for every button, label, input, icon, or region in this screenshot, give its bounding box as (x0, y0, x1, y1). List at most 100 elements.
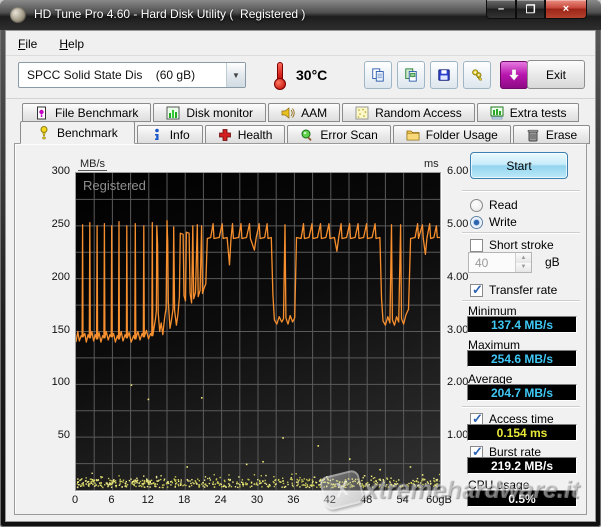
drive-select-value: SPCC Solid State Dis (60 gB) (27, 68, 196, 82)
drive-select[interactable]: SPCC Solid State Dis (60 gB) ▼ (18, 62, 246, 88)
benchmark-icon (40, 125, 48, 139)
update-download-button[interactable] (500, 61, 528, 89)
read-radio-row[interactable]: Read (470, 198, 518, 212)
copy-icon (372, 68, 384, 82)
chevron-down-icon[interactable]: ▼ (226, 63, 245, 87)
down-arrow-icon (509, 69, 519, 81)
separator (462, 300, 580, 302)
axis-tick-label: 0 (71, 494, 79, 506)
spinner-up-icon[interactable]: ▲ (516, 253, 531, 263)
tab-label: Error Scan (320, 127, 378, 142)
folder-icon (406, 130, 420, 140)
file-benchmark-icon (37, 106, 46, 119)
tab-label: Health (237, 127, 273, 142)
copy-image-icon (405, 68, 417, 82)
minimize-button[interactable]: – (486, 0, 516, 19)
title-bar[interactable]: HD Tune Pro 4.60 - Hard Disk Utility ( R… (0, 0, 601, 30)
tab-disk-monitor[interactable]: Disk monitor (153, 103, 267, 122)
transfer-rate-checkbox[interactable] (470, 282, 483, 298)
tab-label: Folder Usage (425, 127, 498, 142)
control-panel: Start Read Write Short stroke 40 ▲ ▼ gB … (455, 146, 587, 512)
transfer-rate-row[interactable]: Transfer rate (470, 282, 558, 298)
disk-monitor-icon (166, 106, 180, 119)
tab-label: Random Access (375, 105, 462, 120)
write-radio-label: Write (489, 215, 517, 229)
y-left-axis-title: MB/s (78, 158, 108, 171)
tab-info[interactable]: Info (136, 125, 203, 144)
axis-tick-label: 18 (178, 494, 191, 506)
tab-health[interactable]: Health (204, 125, 286, 144)
axis-tick-label: 250 (51, 217, 70, 230)
window-title: HD Tune Pro 4.60 - Hard Disk Utility ( R… (34, 7, 306, 21)
maximum-value: 254.6 MB/s (467, 350, 577, 367)
access-time-value: 0.154 ms (467, 424, 577, 441)
copy-image-button[interactable] (397, 61, 425, 89)
maximize-button[interactable]: ❐ (516, 0, 545, 19)
average-value: 204.7 MB/s (467, 384, 577, 401)
close-button[interactable]: × (545, 0, 587, 19)
short-stroke-unit: gB (545, 255, 560, 269)
tab-aam[interactable]: AAM (268, 103, 341, 122)
options-button[interactable] (463, 61, 491, 89)
cpu-usage-value: 0.5% (467, 490, 577, 507)
trash-icon (527, 129, 539, 141)
save-button[interactable] (430, 61, 458, 89)
tab-label: File Benchmark (55, 105, 139, 120)
axis-tick-label: 12 (141, 494, 154, 506)
tab-folder-usage[interactable]: Folder Usage (392, 125, 511, 144)
read-radio[interactable] (470, 198, 483, 212)
short-stroke-spinner[interactable]: 40 ▲ ▼ (468, 252, 532, 273)
tab-strip-bottom: Benchmark Info Health Error Scan Folder … (20, 121, 591, 144)
tab-file-benchmark[interactable]: File Benchmark (22, 103, 152, 122)
keys-icon (472, 69, 482, 81)
y-right-axis-title: ms (424, 158, 439, 170)
tab-label: AAM (301, 105, 328, 120)
axis-tick-label: 30 (250, 494, 264, 506)
short-stroke-row[interactable]: Short stroke (470, 238, 554, 252)
random-access-icon (355, 106, 369, 119)
spinner-down-icon[interactable]: ▼ (516, 262, 531, 272)
separator (462, 406, 580, 408)
read-radio-label: Read (489, 198, 518, 212)
tab-label: Info (169, 127, 190, 142)
axis-tick-label: 50 (57, 429, 70, 442)
axis-tick-label: 24 (214, 494, 227, 506)
exit-button[interactable]: Exit (527, 60, 585, 89)
extra-tests-icon (490, 106, 504, 119)
tab-label: Extra tests (509, 105, 567, 120)
health-cross-icon (218, 128, 231, 141)
tab-error-scan[interactable]: Error Scan (287, 125, 391, 144)
thermometer-icon (273, 61, 287, 90)
tab-benchmark[interactable]: Benchmark (20, 121, 135, 144)
axis-tick-label: 150 (51, 323, 70, 336)
axis-tick-label: 6 (108, 494, 115, 506)
axis-tick-label: 48 (360, 494, 373, 506)
hdtune-app-icon (10, 7, 26, 23)
tab-extra-tests[interactable]: Extra tests (476, 103, 580, 122)
menu-help[interactable]: Help (59, 37, 84, 51)
start-button[interactable]: Start (470, 152, 568, 179)
temperature-value: 30°C (296, 67, 328, 83)
write-radio-row[interactable]: Write (470, 215, 517, 229)
short-stroke-value: 40 (475, 255, 489, 270)
tab-random-access[interactable]: Random Access (342, 103, 475, 122)
floppy-save-icon (438, 69, 450, 81)
axis-tick-label: 300 (51, 165, 70, 177)
registered-watermark: Registered (83, 178, 146, 193)
write-radio[interactable] (470, 215, 483, 229)
copy-text-button[interactable] (364, 61, 392, 89)
menu-bar: File Help (6, 32, 595, 56)
axis-tick-label: 42 (323, 494, 336, 506)
app-window: HD Tune Pro 4.60 - Hard Disk Utility ( R… (0, 0, 601, 527)
axis-tick-label: 100 (51, 376, 70, 389)
transfer-rate-label: Transfer rate (489, 283, 558, 297)
axis-tick-label: 54 (396, 494, 409, 506)
separator (462, 232, 580, 234)
axis-tick-label: 60gB (426, 494, 452, 506)
magnifier-icon (301, 129, 312, 141)
menu-file[interactable]: File (18, 37, 37, 51)
tab-erase[interactable]: Erase (512, 125, 591, 144)
short-stroke-checkbox[interactable] (470, 238, 483, 252)
benchmark-plot: Registered (75, 172, 441, 491)
axis-tick-label: 36 (287, 494, 300, 506)
